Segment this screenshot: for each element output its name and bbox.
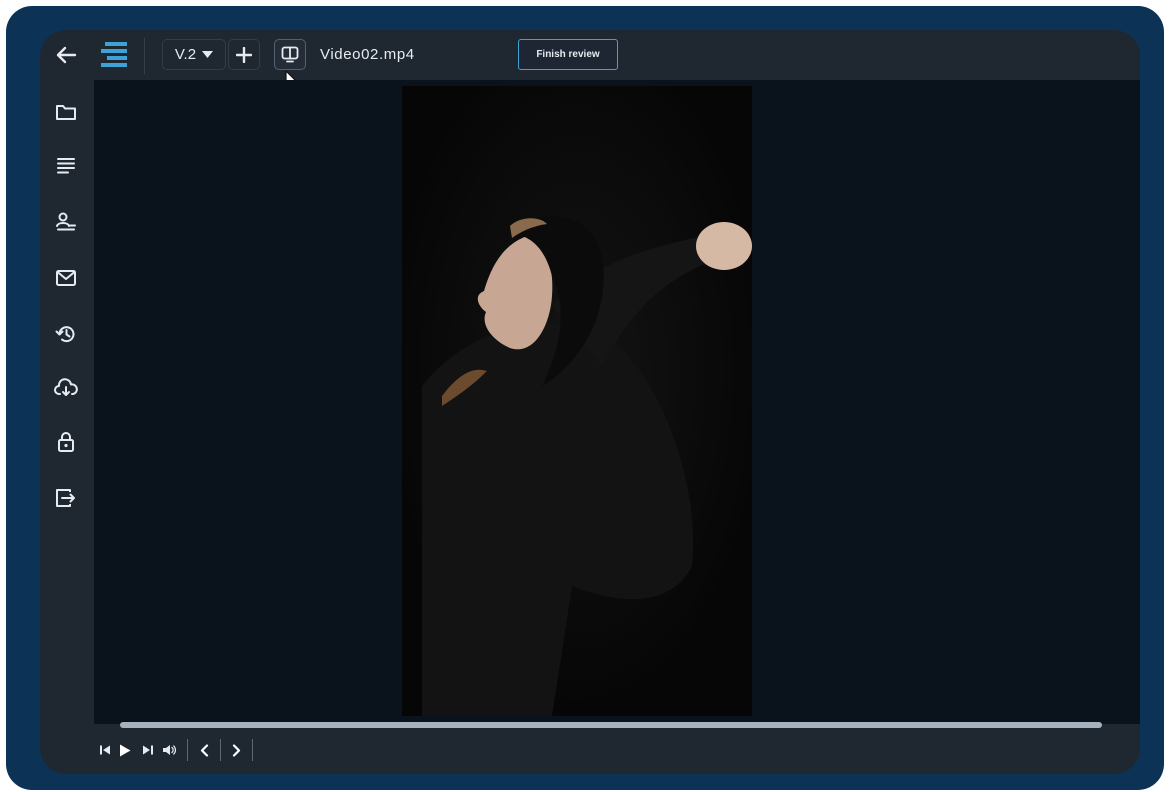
video-progress-bar[interactable] [120,722,1102,728]
history-icon [55,326,75,343]
next-frame-icon [232,743,240,757]
player-controls [94,736,334,764]
back-button[interactable] [52,42,80,68]
compare-view-button[interactable] [274,39,306,70]
lock-icon [58,432,74,452]
next-frame-button[interactable] [227,740,245,760]
list-icon [57,158,75,174]
sidebar-item-download[interactable] [52,374,80,402]
control-divider [220,739,221,761]
add-version-button[interactable] [228,39,260,70]
control-divider [187,739,188,761]
user-list-icon [56,212,76,231]
volume-button[interactable] [160,740,178,760]
skip-forward-icon [142,745,153,755]
logo-icon [101,42,127,67]
sidebar-item-export[interactable] [52,484,80,512]
arrow-left-icon [56,46,77,64]
version-select[interactable]: V.2 [162,39,226,70]
sidebar-item-messages[interactable] [52,264,80,292]
sidebar-item-security[interactable] [52,428,80,456]
dancer-video-image [402,86,752,716]
cloud-download-icon [54,378,78,396]
finish-review-button[interactable]: Finish review [518,39,618,70]
video-frame[interactable] [402,86,752,716]
video-viewer[interactable] [94,80,1140,724]
version-label: V.2 [174,46,197,63]
volume-icon [163,745,176,755]
sidebar-item-files[interactable] [52,98,80,126]
file-name: Video02.mp4 [320,46,415,63]
skip-forward-button[interactable] [138,740,156,760]
play-icon [120,744,131,756]
previous-frame-button[interactable] [195,740,213,760]
sidebar [40,80,94,720]
mail-icon [56,270,76,286]
plus-icon [236,46,252,63]
skip-back-button[interactable] [96,740,114,760]
control-divider [252,739,253,761]
top-bar: V.2 Video02.mp4 Finish review [40,30,1140,95]
skip-back-icon [99,745,110,755]
toolbar-divider [144,38,145,74]
sidebar-item-comments[interactable] [52,152,80,180]
caret-down-icon [202,51,214,58]
folder-icon [56,105,76,120]
play-button[interactable] [116,740,134,760]
app-logo[interactable] [98,38,132,72]
sidebar-item-reviewers[interactable] [52,208,80,236]
previous-frame-icon [200,743,208,757]
sidebar-item-history[interactable] [52,320,80,348]
export-icon [56,489,75,507]
review-app: V.2 Video02.mp4 Finish review [40,30,1140,774]
device-frame: V.2 Video02.mp4 Finish review [6,6,1164,790]
compare-view-icon [281,46,299,63]
